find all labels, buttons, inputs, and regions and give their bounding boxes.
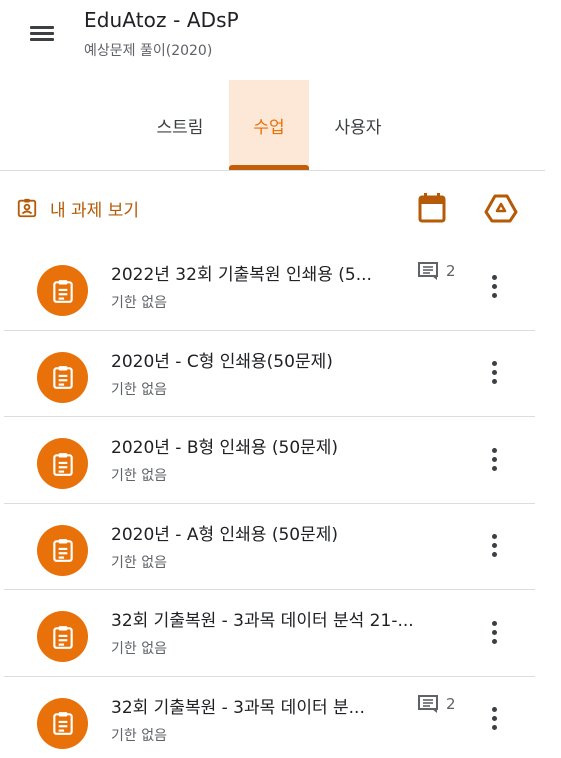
assignment-icon [37,265,88,316]
comment-count: 2 [418,694,456,713]
more-options-icon[interactable] [482,616,506,648]
comment-icon [418,694,438,713]
more-options-icon[interactable] [482,270,506,302]
assignment-title: 2020년 - A형 인쇄용 (50문제) [111,524,339,545]
assignment-title: 2022년 32회 기출복원 인쇄용 (5... [111,265,372,285]
tab-people[interactable]: 사용자 [318,80,398,170]
comment-count-value: 2 [446,694,456,713]
assignment-due: 기한 없음 [111,468,167,485]
assignment-due: 기한 없음 [111,381,167,398]
more-options-icon[interactable] [482,357,506,389]
assignment-icon [37,438,88,490]
comment-icon [418,262,438,280]
assignment-title: 32회 기출복원 - 3과목 데이터 분석 21-... [111,611,414,632]
tab-selected-indicator [229,165,309,170]
assignment-due: 기한 없음 [111,295,167,311]
tab-classwork-label: 수업 [253,117,285,138]
drive-folder-icon[interactable] [484,192,518,224]
assignment-title: 2020년 - C형 인쇄용(50문제) [111,351,333,372]
tab-bar: 스트림 수업 사용자 [0,80,545,171]
classwork-toolbar: 내 과제 보기 [0,186,545,232]
assignment-due: 기한 없음 [111,554,167,571]
more-options-icon[interactable] [482,443,506,475]
class-title: EduAtoz - ADsP [84,8,239,32]
assignment-row[interactable]: 32회 기출복원 - 3과목 데이터 분... 기한 없음 2 [0,677,545,758]
calendar-icon[interactable] [417,192,447,224]
assignment-ind-icon [17,198,37,218]
assignment-icon [37,611,88,663]
more-options-icon[interactable] [482,530,506,562]
assignment-row[interactable]: 32회 기출복원 - 3과목 데이터 분석 21-... 기한 없음 [0,590,545,677]
menu-icon[interactable] [26,20,58,48]
assignment-due: 기한 없음 [111,727,167,744]
more-options-icon[interactable] [482,703,506,735]
assignment-icon [37,524,88,576]
assignment-title: 2020년 - B형 인쇄용 (50문제) [111,438,339,459]
assignment-title: 32회 기출복원 - 3과목 데이터 분... [111,697,365,718]
class-subtitle: 예상문제 풀이(2020) [84,43,213,59]
tab-classwork[interactable]: 수업 [229,80,309,170]
assignment-row[interactable]: 2020년 - B형 인쇄용 (50문제) 기한 없음 [0,417,545,504]
assignment-list: 2022년 32회 기출복원 인쇄용 (5... 기한 없음 2 2020년 -… [0,244,545,758]
assignment-icon [37,697,88,749]
view-my-work-label: 내 과제 보기 [50,200,140,221]
view-my-work-button[interactable]: 내 과제 보기 [16,194,139,222]
comment-count-value: 2 [446,262,456,280]
assignment-row[interactable]: 2020년 - A형 인쇄용 (50문제) 기한 없음 [0,504,545,591]
assignment-row[interactable]: 2020년 - C형 인쇄용(50문제) 기한 없음 [0,331,545,418]
comment-count: 2 [418,262,456,280]
assignment-icon [37,351,88,403]
tab-stream[interactable]: 스트림 [140,80,220,170]
assignment-row[interactable]: 2022년 32회 기출복원 인쇄용 (5... 기한 없음 2 [0,244,545,331]
assignment-due: 기한 없음 [111,641,167,658]
app-bar: EduAtoz - ADsP 예상문제 풀이(2020) [0,0,561,72]
